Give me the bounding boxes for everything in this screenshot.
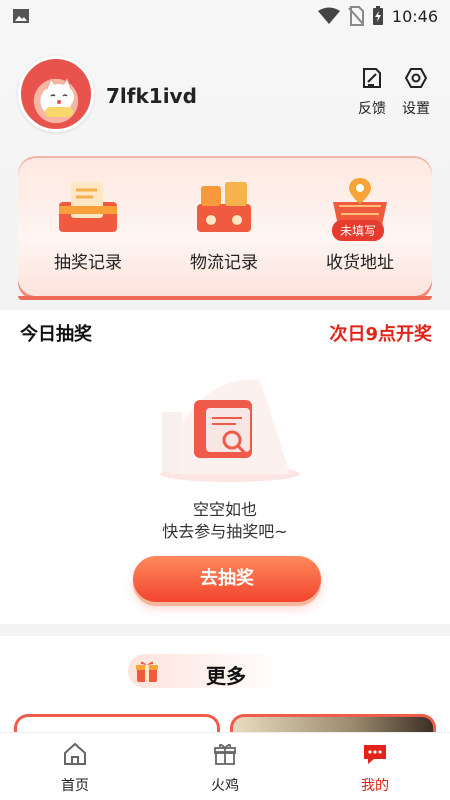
clock: 10:46 [391, 6, 438, 26]
go-lottery-button[interactable]: 去抽奖 [133, 556, 321, 602]
empty-state-illustration [160, 379, 300, 482]
settings-button[interactable]: 设置 [396, 66, 436, 118]
bottom-tab-bar: 首页 火鸡 我的 [0, 732, 450, 800]
logistics-records-link[interactable]: 物流记录 [164, 176, 284, 273]
wifi-icon [317, 7, 340, 24]
chat-bubble-icon [364, 745, 386, 764]
today-lottery-section: 今日抽奖 次日9点开奖 空空如也 快去参与抽奖吧~ 去抽奖 [0, 310, 450, 624]
lottery-records-icon [59, 182, 117, 232]
quick-links-card: 抽奖记录 物流记录 未填写 收货地址 [18, 156, 432, 300]
address-status-badge: 未填写 [332, 220, 385, 241]
lucky-cat-icon [44, 77, 74, 117]
section-title: 今日抽奖 [20, 324, 92, 345]
more-section: 更多 [0, 636, 450, 754]
tab-home-label: 首页 [61, 778, 89, 794]
tab-turkey[interactable]: 火鸡 [150, 733, 300, 800]
settings-label: 设置 [402, 101, 430, 117]
avatar[interactable] [18, 56, 94, 132]
feedback-button[interactable]: 反馈 [352, 66, 392, 118]
empty-state-text: 空空如也 [192, 500, 257, 519]
feedback-label: 反馈 [358, 101, 386, 117]
image-notification-icon [13, 9, 29, 23]
gift-box-icon [214, 743, 236, 765]
feedback-edit-icon [363, 68, 381, 88]
no-sim-icon [348, 6, 364, 26]
tab-mine-label: 我的 [361, 778, 389, 794]
gear-icon [404, 68, 428, 88]
battery-charging-icon [372, 6, 383, 25]
logistics-records-label: 物流记录 [190, 253, 258, 273]
empty-state-hint: 快去参与抽奖吧~ [162, 522, 288, 541]
tab-home[interactable]: 首页 [0, 733, 150, 800]
tab-mine[interactable]: 我的 [300, 733, 450, 800]
logistics-records-icon [197, 182, 251, 232]
more-title: 更多 [206, 664, 246, 688]
home-icon [64, 742, 86, 765]
shipping-address-link[interactable]: 未填写 收货地址 [300, 176, 420, 273]
lottery-records-label: 抽奖记录 [54, 253, 122, 273]
tab-turkey-label: 火鸡 [211, 778, 239, 794]
status-bar: 10:46 [0, 0, 450, 32]
lottery-records-link[interactable]: 抽奖记录 [28, 176, 148, 273]
shipping-address-label: 收货地址 [326, 253, 394, 273]
gift-icon [136, 661, 158, 682]
username: 7lfk1ivd [106, 84, 197, 108]
draw-time-note: 次日9点开奖 [329, 324, 432, 345]
profile-header: 7lfk1ivd 反馈 设置 抽奖记录 物流记录 未填写 收货地址 [0, 32, 450, 310]
